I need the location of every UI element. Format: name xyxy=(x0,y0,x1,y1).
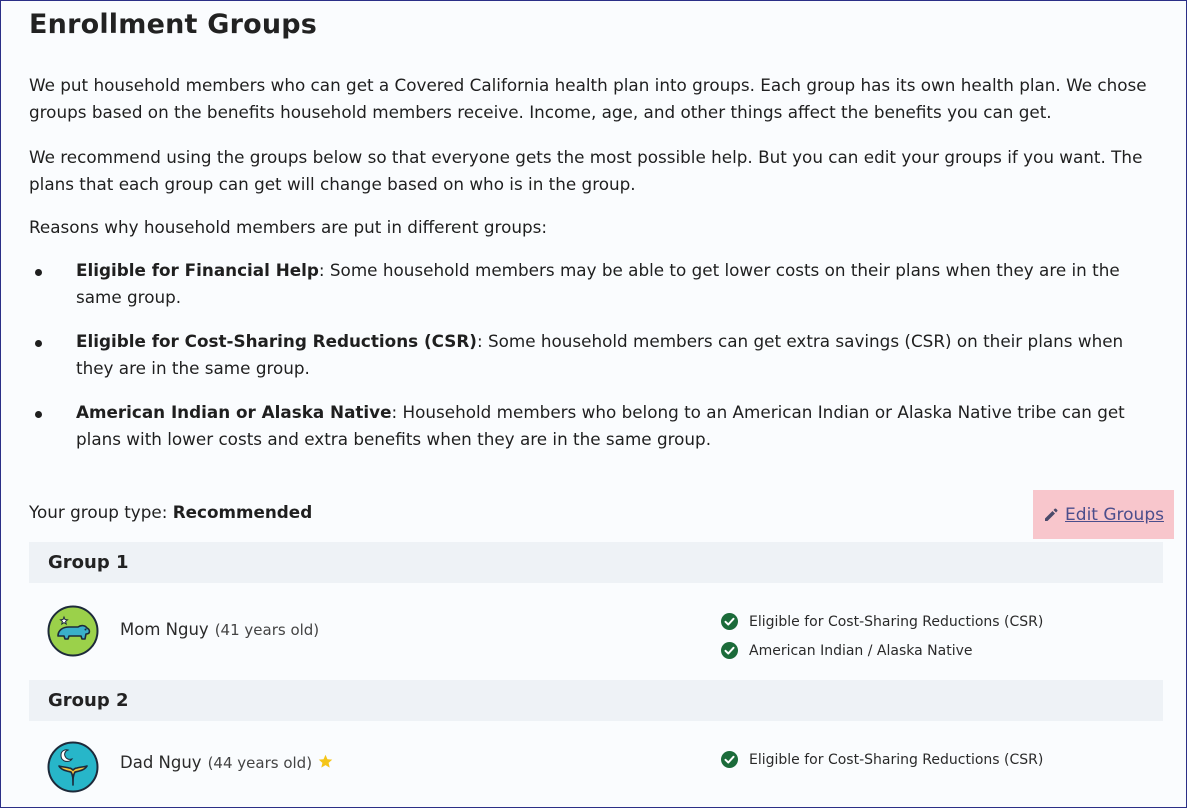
group-header: Group 1 xyxy=(29,542,1163,583)
member-age: (41 years old) xyxy=(214,621,320,639)
eligibility-list: Eligible for Cost-Sharing Reductions (CS… xyxy=(721,745,1043,774)
group-header: Group 2 xyxy=(29,680,1163,721)
edit-groups-label: Edit Groups xyxy=(1065,504,1164,525)
member-name: Mom Nguy (41 years old) xyxy=(120,620,319,639)
bear-avatar-icon xyxy=(47,605,99,657)
member-name: Dad Nguy (44 years old) xyxy=(120,753,333,772)
check-circle-icon xyxy=(721,642,738,659)
edit-groups-link[interactable]: Edit Groups xyxy=(1033,490,1174,539)
member-row: Mom Nguy (41 years old) Eligible for Cost… xyxy=(29,601,1163,661)
list-item: Eligible for Financial Help: Some househ… xyxy=(29,257,1163,311)
star-icon xyxy=(318,754,333,768)
bullet-icon xyxy=(35,411,42,418)
recommendation-paragraph: We recommend using the groups below so t… xyxy=(29,147,1143,194)
group-title: Group 2 xyxy=(48,690,129,711)
eligibility-list: Eligible for Cost-Sharing Reductions (CS… xyxy=(721,607,1043,665)
group-type-value: Recommended xyxy=(172,502,313,522)
bullet-icon xyxy=(35,340,42,347)
page-frame: Enrollment Groups We put household membe… xyxy=(0,0,1187,808)
check-circle-icon xyxy=(721,751,738,768)
reason-term: American Indian or Alaska Native xyxy=(76,402,392,422)
member-name-text: Mom Nguy xyxy=(120,620,209,639)
reason-term: Eligible for Financial Help xyxy=(76,260,319,280)
check-circle-icon xyxy=(721,613,738,630)
bullet-icon xyxy=(35,269,42,276)
member-row: Dad Nguy (44 years old) Eligible for Cost… xyxy=(29,737,1163,797)
member-name-text: Dad Nguy xyxy=(120,753,202,772)
reasons-list: Eligible for Financial Help: Some househ… xyxy=(29,257,1163,470)
page-title: Enrollment Groups xyxy=(29,9,318,40)
reasons-intro: Reasons why household members are put in… xyxy=(29,217,548,237)
eligibility-text: American Indian / Alaska Native xyxy=(749,642,973,659)
list-item: American Indian or Alaska Native: Househ… xyxy=(29,399,1163,453)
intro-paragraph: We put household members who can get a C… xyxy=(29,75,1147,122)
whale-tail-avatar-icon xyxy=(47,741,99,793)
list-item: Eligible for Cost-Sharing Reductions (CS… xyxy=(29,328,1163,382)
member-age: (44 years old) xyxy=(207,754,313,772)
group-type: Your group type: Recommended xyxy=(29,499,312,526)
reason-term: Eligible for Cost-Sharing Reductions (CS… xyxy=(76,331,477,351)
eligibility-item: Eligible for Cost-Sharing Reductions (CS… xyxy=(721,607,1043,636)
group-title: Group 1 xyxy=(48,552,129,573)
eligibility-item: Eligible for Cost-Sharing Reductions (CS… xyxy=(721,745,1043,774)
eligibility-text: Eligible for Cost-Sharing Reductions (CS… xyxy=(749,751,1044,768)
group-type-label: Your group type: xyxy=(29,502,173,522)
pencil-icon xyxy=(1045,508,1058,521)
eligibility-item: American Indian / Alaska Native xyxy=(721,636,1043,665)
eligibility-text: Eligible for Cost-Sharing Reductions (CS… xyxy=(749,613,1044,630)
